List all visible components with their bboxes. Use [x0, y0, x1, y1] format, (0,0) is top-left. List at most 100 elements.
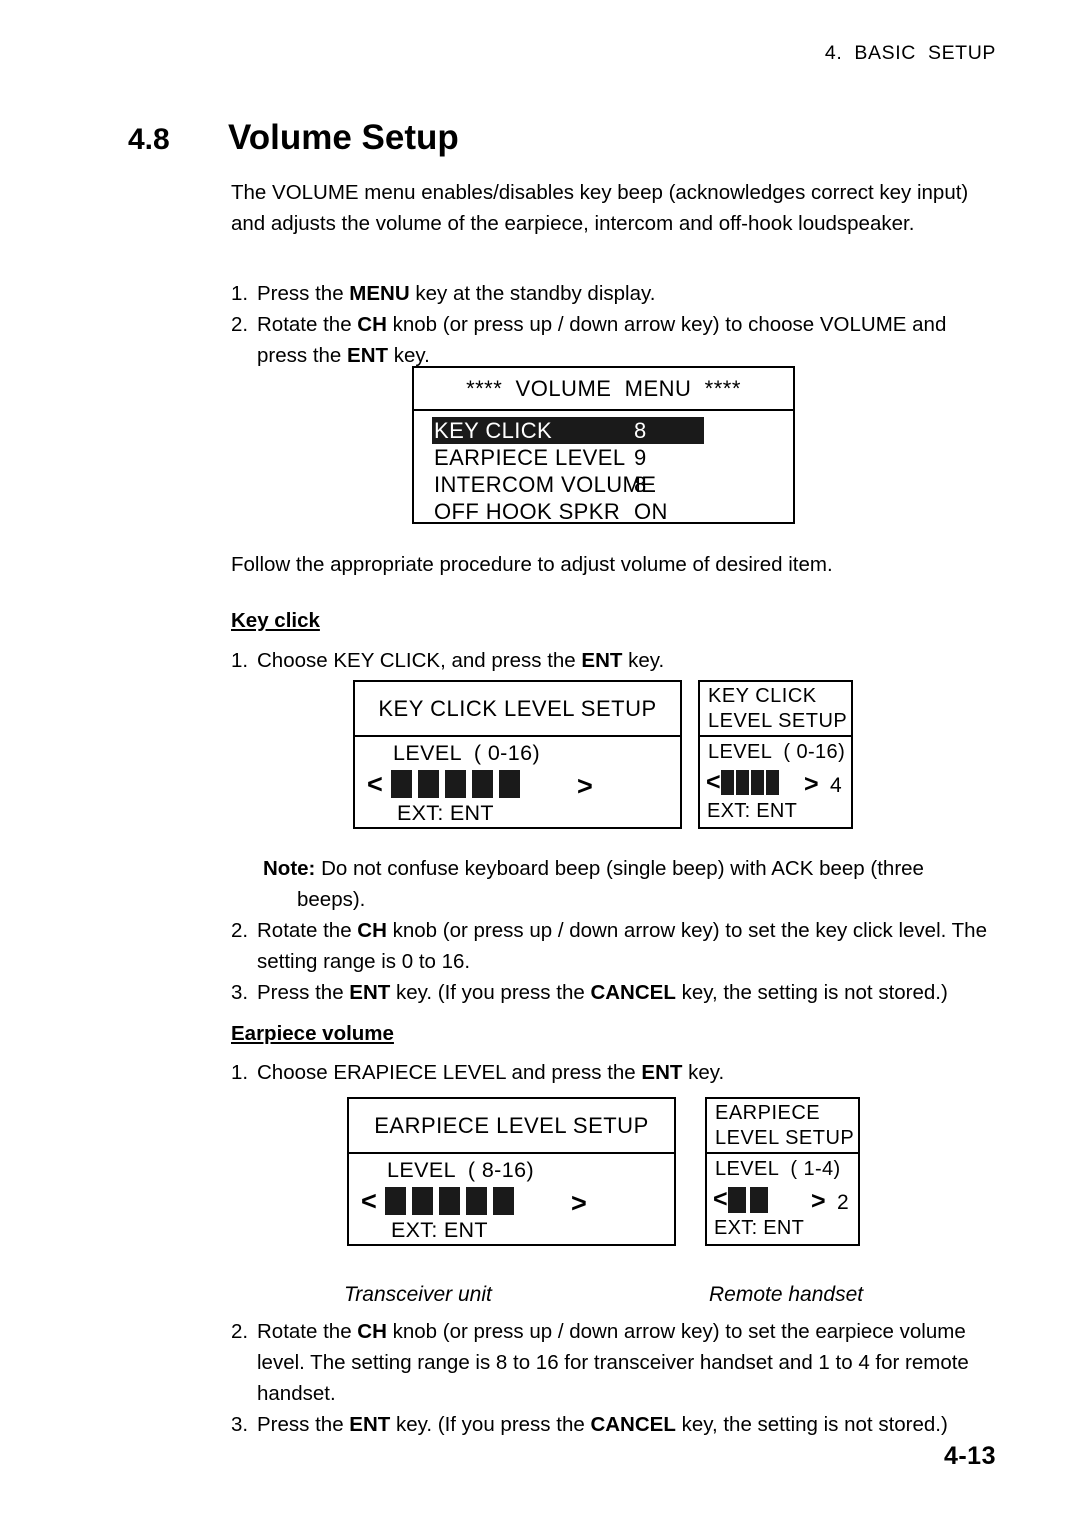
level-bar: [444, 770, 466, 798]
page-title: 4.8 Volume Setup: [128, 118, 459, 158]
step-number: 3.: [231, 981, 249, 1004]
lcd-title: KEY CLICK LEVEL SETUP: [700, 682, 851, 737]
step-number: 2.: [231, 313, 249, 336]
step-text: Rotate the CH knob (or press up / down a…: [257, 1320, 969, 1405]
list-item: 3. Press the ENT key. (If you press the …: [231, 977, 991, 1008]
lcd-body: LEVEL ( 1-4) < > 2 EXT: ENT: [707, 1154, 858, 1248]
lcd-title-line2: LEVEL SETUP: [708, 710, 848, 732]
level-bar: [384, 1187, 406, 1215]
note-line-1: Note: Do not confuse keyboard beep (sing…: [231, 853, 991, 884]
level-range-label: LEVEL ( 8-16): [387, 1158, 535, 1182]
top-steps-list: 1. Press the MENU key at the standby dis…: [231, 278, 991, 371]
level-range-label: LEVEL ( 0-16): [708, 741, 846, 763]
level-bar: [411, 1187, 433, 1215]
step-number: 3.: [231, 1413, 249, 1436]
level-bars: [384, 1187, 514, 1215]
step-text: Press the MENU key at the standby displa…: [257, 282, 656, 305]
key-click-steps-list: 2. Rotate the CH knob (or press up / dow…: [231, 915, 991, 1008]
key-click-remote-lcd: KEY CLICK LEVEL SETUP LEVEL ( 0-16) < > 4…: [698, 680, 853, 829]
level-bar: [465, 1187, 487, 1215]
level-bar: [750, 770, 764, 795]
list-item: 1. Press the MENU key at the standby dis…: [231, 278, 991, 309]
step-text: Rotate the CH knob (or press up / down a…: [257, 919, 987, 973]
left-caret-icon: <: [706, 768, 721, 796]
lcd-title: EARPIECE LEVEL SETUP: [707, 1099, 858, 1154]
earpiece-volume-subhead: Earpiece volume: [231, 1022, 394, 1045]
step-number: 2.: [231, 919, 249, 942]
step-text: Rotate the CH knob (or press up / down a…: [257, 313, 947, 367]
menu-row-earpiece-level[interactable]: EARPIECE LEVEL 9: [434, 444, 793, 471]
level-bar-meter: <: [706, 769, 781, 796]
level-bar: [438, 1187, 460, 1215]
level-bar: [498, 770, 520, 798]
level-bar-meter: <: [367, 770, 520, 798]
left-caret-icon: <: [713, 1185, 728, 1213]
level-bars: [720, 770, 781, 795]
step-text: Press the ENT key. (If you press the CAN…: [257, 1413, 948, 1436]
step-number: 2.: [231, 1320, 249, 1343]
caption-remote-handset: Remote handset: [709, 1283, 864, 1306]
right-caret-icon: >: [571, 1188, 587, 1218]
step-text: Choose KEY CLICK, and press the ENT key.: [257, 649, 665, 672]
key-click-transceiver-lcd: KEY CLICK LEVEL SETUP LEVEL ( 0-16) < > …: [353, 680, 682, 829]
running-head: 4. BASIC SETUP: [824, 42, 996, 64]
list-item: 2. Rotate the CH knob (or press up / dow…: [231, 309, 991, 371]
exit-hint: EXT: ENT: [707, 800, 798, 822]
note-text: Do not confuse keyboard beep (single bee…: [321, 857, 924, 880]
level-bar: [471, 770, 493, 798]
menu-row-value: 9: [634, 445, 647, 470]
right-caret-icon: >: [577, 771, 593, 801]
menu-row-off-hook-spkr[interactable]: OFF HOOK SPKR ON: [434, 498, 793, 525]
left-caret-icon: <: [361, 1185, 377, 1216]
exit-hint: EXT: ENT: [714, 1217, 805, 1239]
lcd-title-line1: KEY CLICK: [708, 685, 817, 707]
menu-row-key-click[interactable]: KEY CLICK 8: [432, 417, 704, 444]
step-number: 1.: [231, 1061, 249, 1084]
lcd-body: LEVEL ( 8-16) < > EXT: ENT: [349, 1154, 674, 1248]
level-bars: [727, 1186, 772, 1213]
menu-row-intercom-volume[interactable]: INTERCOM VOLUME 8: [434, 471, 793, 498]
menu-row-value: 8: [634, 472, 647, 497]
step-number: 1.: [231, 282, 249, 305]
level-bar: [390, 770, 412, 798]
section-title: Volume Setup: [228, 118, 459, 157]
list-item: 1. Choose ERAPIECE LEVEL and press the E…: [231, 1057, 991, 1088]
level-bar: [727, 1186, 746, 1213]
intro-paragraph-block: The VOLUME menu enables/disables key bee…: [231, 177, 991, 239]
level-value: 2: [837, 1191, 849, 1214]
step-text: Press the ENT key. (If you press the CAN…: [257, 981, 948, 1004]
section-number: 4.8: [128, 123, 170, 156]
earpiece-steps-list: 2. Rotate the CH knob (or press up / dow…: [231, 1316, 991, 1440]
menu-row-label: EARPIECE LEVEL: [434, 445, 626, 470]
right-caret-icon: >: [811, 1187, 826, 1215]
caption-transceiver-unit: Transceiver unit: [344, 1283, 492, 1306]
exit-hint: EXT: ENT: [391, 1218, 488, 1242]
level-bar: [417, 770, 439, 798]
level-bar: [735, 770, 749, 795]
key-click-subhead-block: Key click: [231, 605, 991, 636]
note-line-2: beeps).: [297, 888, 366, 911]
level-bars: [390, 770, 520, 798]
level-bar: [492, 1187, 514, 1215]
lcd-title-line2: LEVEL SETUP: [715, 1127, 855, 1149]
manual-page: 4. BASIC SETUP 4.8 Volume Setup The VOLU…: [0, 0, 1080, 1528]
lcd-body: LEVEL ( 0-16) < > EXT: ENT: [355, 737, 680, 831]
list-item: 2. Rotate the CH knob (or press up / dow…: [231, 1316, 991, 1409]
earpiece-step1-block: 1. Choose ERAPIECE LEVEL and press the E…: [231, 1057, 991, 1088]
step-text: Choose ERAPIECE LEVEL and press the ENT …: [257, 1061, 725, 1084]
key-click-subhead: Key click: [231, 609, 320, 632]
list-item: 2. Rotate the CH knob (or press up / dow…: [231, 915, 991, 977]
note-label: Note:: [263, 857, 316, 880]
menu-row-label: INTERCOM VOLUME: [434, 472, 657, 497]
note-block: Note: Do not confuse keyboard beep (sing…: [231, 853, 991, 915]
lcd-title-line1: EARPIECE: [715, 1102, 821, 1124]
right-caret-icon: >: [804, 770, 819, 798]
lcd-title: **** VOLUME MENU ****: [414, 368, 793, 411]
lcd-title: KEY CLICK LEVEL SETUP: [355, 682, 680, 737]
level-bar: [765, 770, 779, 795]
menu-row-label: OFF HOOK SPKR: [434, 499, 621, 524]
lcd-title: EARPIECE LEVEL SETUP: [349, 1099, 674, 1154]
level-bar: [720, 770, 734, 795]
follow-paragraph: Follow the appropriate procedure to adju…: [231, 553, 833, 576]
earpiece-subhead-block: Earpiece volume: [231, 1018, 991, 1049]
